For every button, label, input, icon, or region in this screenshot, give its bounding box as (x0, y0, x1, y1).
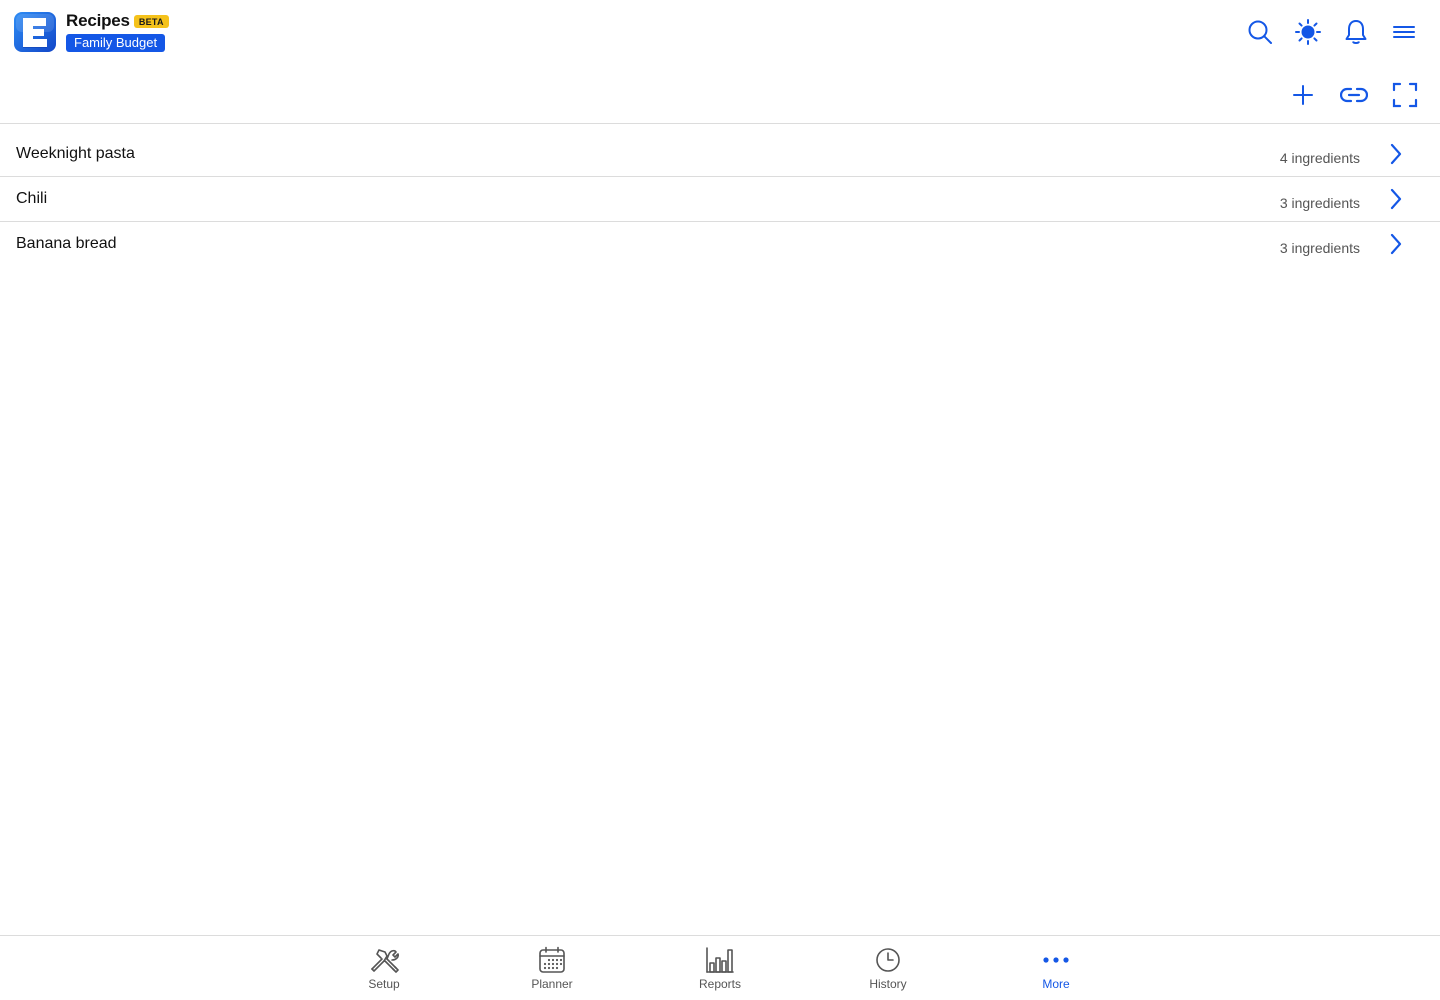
bar-chart-icon (704, 946, 736, 974)
budget-selector[interactable]: Family Budget (66, 34, 166, 52)
chevron-right-icon (1390, 143, 1402, 165)
beta-badge: BETA (133, 14, 169, 28)
more-dots-icon (1040, 946, 1072, 974)
recipe-name: Banana bread (16, 235, 117, 252)
nav-item-more[interactable]: More (996, 936, 1116, 1000)
chevron-right-icon (1390, 188, 1402, 210)
nav-label: History (869, 977, 907, 991)
nav-label: Planner (531, 977, 573, 991)
nav-label: More (1042, 977, 1070, 991)
nav-item-reports[interactable]: Reports (660, 936, 780, 1000)
hamburger-menu-icon[interactable] (1388, 16, 1420, 48)
nav-label: Reports (698, 977, 742, 991)
list-item[interactable]: Chili 3 ingredients (0, 177, 1440, 222)
ingredient-count: 3 ingredients (1279, 195, 1360, 211)
calendar-icon (536, 946, 568, 974)
toolbar-actions (1269, 78, 1422, 112)
nav-item-setup[interactable]: Setup (324, 936, 444, 1000)
recipe-list: Weeknight pasta 4 ingredients Chili 3 in… (0, 132, 1440, 267)
title-block: Recipes BETA Family Budget (66, 11, 169, 52)
fullscreen-icon[interactable] (1388, 78, 1422, 112)
link-icon[interactable] (1337, 78, 1371, 112)
toolbar (0, 72, 1440, 124)
chevron-right-icon (1390, 233, 1402, 255)
plus-icon[interactable] (1286, 78, 1320, 112)
bottom-nav: Setup Planner Reports History More (0, 935, 1440, 1000)
sun-icon[interactable] (1292, 16, 1324, 48)
list-item[interactable]: Weeknight pasta 4 ingredients (0, 132, 1440, 177)
search-icon[interactable] (1244, 16, 1276, 48)
app-logo[interactable] (13, 11, 57, 53)
app-root: Recipes BETA Family Budget Weeknight pas… (0, 0, 1440, 1000)
recipe-name: Weeknight pasta (16, 145, 135, 162)
header-actions (1228, 16, 1420, 48)
recipe-name: Chili (16, 190, 48, 207)
ingredient-count: 3 ingredients (1279, 240, 1360, 256)
nav-item-planner[interactable]: Planner (492, 936, 612, 1000)
nav-item-history[interactable]: History (828, 936, 948, 1000)
header: Recipes BETA Family Budget (0, 0, 1440, 64)
ingredient-count: 4 ingredients (1279, 150, 1360, 166)
clock-icon (872, 946, 904, 974)
nav-label: Setup (368, 977, 400, 991)
tools-icon (368, 946, 400, 974)
bell-icon[interactable] (1340, 16, 1372, 48)
list-item[interactable]: Banana bread 3 ingredients (0, 222, 1440, 267)
page-title: Recipes (66, 11, 130, 30)
